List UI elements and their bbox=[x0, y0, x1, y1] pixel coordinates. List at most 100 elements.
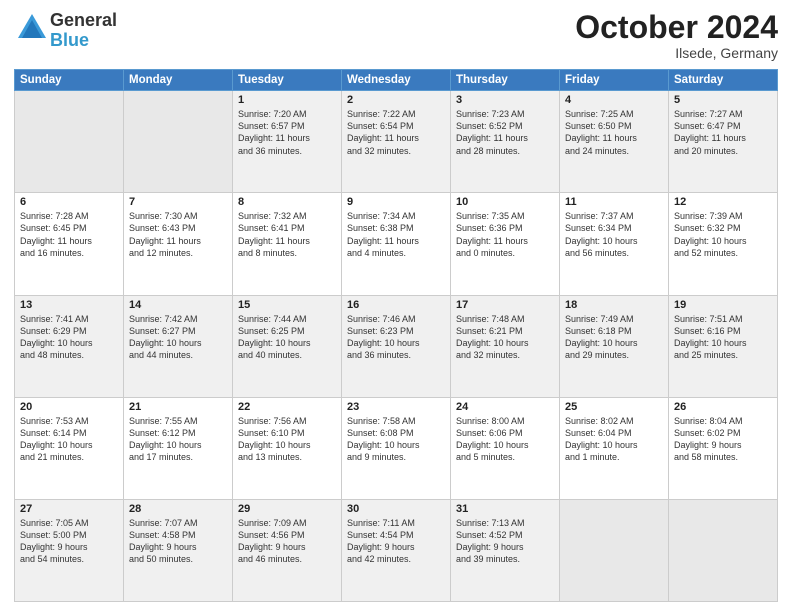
day-number: 13 bbox=[20, 299, 118, 311]
day-number: 3 bbox=[456, 94, 554, 106]
calendar-day-cell: 7 Sunrise: 7:30 AMSunset: 6:43 PMDaylight… bbox=[124, 193, 233, 295]
month-title: October 2024 bbox=[575, 10, 778, 45]
day-info: Sunrise: 7:30 AMSunset: 6:43 PMDaylight:… bbox=[129, 210, 227, 259]
day-number: 24 bbox=[456, 401, 554, 413]
calendar-day-cell: 24Sunrise: 8:00 AMSunset: 6:06 PMDayligh… bbox=[451, 397, 560, 499]
day-number: 27 bbox=[20, 503, 118, 515]
day-info: Sunrise: 8:02 AMSunset: 6:04 PMDaylight:… bbox=[565, 415, 663, 464]
calendar-empty-cell bbox=[560, 499, 669, 601]
calendar-week-row: 6 Sunrise: 7:28 AMSunset: 6:45 PMDaylight… bbox=[15, 193, 778, 295]
day-number: 18 bbox=[565, 299, 663, 311]
day-info: Sunrise: 7:39 AMSunset: 6:32 PMDaylight:… bbox=[674, 210, 772, 259]
calendar-day-cell: 27 Sunrise: 7:05 AMSunset: 5:00 PMDayligh… bbox=[15, 499, 124, 601]
weekday-header-thursday: Thursday bbox=[451, 70, 560, 91]
day-number: 14 bbox=[129, 299, 227, 311]
weekday-header-saturday: Saturday bbox=[669, 70, 778, 91]
day-info: Sunrise: 7:48 AMSunset: 6:21 PMDaylight:… bbox=[456, 313, 554, 362]
calendar-empty-cell bbox=[124, 91, 233, 193]
header: General Blue October 2024 Ilsede, German… bbox=[14, 10, 778, 61]
calendar-day-cell: 29 Sunrise: 7:09 AMSunset: 4:56 PMDayligh… bbox=[233, 499, 342, 601]
day-number: 20 bbox=[20, 401, 118, 413]
calendar-day-cell: 20 Sunrise: 7:53 AMSunset: 6:14 PMDayligh… bbox=[15, 397, 124, 499]
logo-blue: Blue bbox=[50, 30, 89, 50]
day-info: Sunrise: 7:49 AMSunset: 6:18 PMDaylight:… bbox=[565, 313, 663, 362]
calendar-day-cell: 4Sunrise: 7:25 AMSunset: 6:50 PMDaylight… bbox=[560, 91, 669, 193]
calendar-day-cell: 31Sunrise: 7:13 AMSunset: 4:52 PMDayligh… bbox=[451, 499, 560, 601]
day-info: Sunrise: 7:05 AMSunset: 5:00 PMDaylight:… bbox=[20, 517, 118, 566]
logo-text: General Blue bbox=[50, 11, 117, 51]
calendar-day-cell: 21Sunrise: 7:55 AMSunset: 6:12 PMDayligh… bbox=[124, 397, 233, 499]
day-number: 10 bbox=[456, 196, 554, 208]
weekday-header-tuesday: Tuesday bbox=[233, 70, 342, 91]
location: Ilsede, Germany bbox=[575, 45, 778, 61]
calendar-day-cell: 22 Sunrise: 7:56 AMSunset: 6:10 PMDayligh… bbox=[233, 397, 342, 499]
calendar-empty-cell bbox=[669, 499, 778, 601]
day-info: Sunrise: 7:23 AMSunset: 6:52 PMDaylight:… bbox=[456, 108, 554, 157]
calendar-day-cell: 8 Sunrise: 7:32 AMSunset: 6:41 PMDaylight… bbox=[233, 193, 342, 295]
day-info: Sunrise: 7:42 AMSunset: 6:27 PMDaylight:… bbox=[129, 313, 227, 362]
calendar-day-cell: 18 Sunrise: 7:49 AMSunset: 6:18 PMDayligh… bbox=[560, 295, 669, 397]
calendar-week-row: 1Sunrise: 7:20 AMSunset: 6:57 PMDaylight… bbox=[15, 91, 778, 193]
day-info: Sunrise: 7:41 AMSunset: 6:29 PMDaylight:… bbox=[20, 313, 118, 362]
day-number: 21 bbox=[129, 401, 227, 413]
calendar-day-cell: 2Sunrise: 7:22 AMSunset: 6:54 PMDaylight… bbox=[342, 91, 451, 193]
calendar-day-cell: 1Sunrise: 7:20 AMSunset: 6:57 PMDaylight… bbox=[233, 91, 342, 193]
day-info: Sunrise: 7:07 AMSunset: 4:58 PMDaylight:… bbox=[129, 517, 227, 566]
day-number: 30 bbox=[347, 503, 445, 515]
day-info: Sunrise: 7:46 AMSunset: 6:23 PMDaylight:… bbox=[347, 313, 445, 362]
day-number: 28 bbox=[129, 503, 227, 515]
day-number: 26 bbox=[674, 401, 772, 413]
calendar-day-cell: 14 Sunrise: 7:42 AMSunset: 6:27 PMDayligh… bbox=[124, 295, 233, 397]
calendar-day-cell: 3 Sunrise: 7:23 AMSunset: 6:52 PMDaylight… bbox=[451, 91, 560, 193]
calendar-day-cell: 10Sunrise: 7:35 AMSunset: 6:36 PMDayligh… bbox=[451, 193, 560, 295]
day-number: 25 bbox=[565, 401, 663, 413]
calendar-day-cell: 30 Sunrise: 7:11 AMSunset: 4:54 PMDayligh… bbox=[342, 499, 451, 601]
weekday-header-friday: Friday bbox=[560, 70, 669, 91]
day-number: 29 bbox=[238, 503, 336, 515]
day-number: 9 bbox=[347, 196, 445, 208]
day-number: 7 bbox=[129, 196, 227, 208]
day-number: 11 bbox=[565, 196, 663, 208]
day-number: 5 bbox=[674, 94, 772, 106]
weekday-header-monday: Monday bbox=[124, 70, 233, 91]
weekday-header-wednesday: Wednesday bbox=[342, 70, 451, 91]
day-info: Sunrise: 7:58 AMSunset: 6:08 PMDaylight:… bbox=[347, 415, 445, 464]
day-info: Sunrise: 7:32 AMSunset: 6:41 PMDaylight:… bbox=[238, 210, 336, 259]
calendar-day-cell: 16 Sunrise: 7:46 AMSunset: 6:23 PMDayligh… bbox=[342, 295, 451, 397]
calendar-day-cell: 12 Sunrise: 7:39 AMSunset: 6:32 PMDayligh… bbox=[669, 193, 778, 295]
logo-general: General bbox=[50, 10, 117, 30]
day-number: 31 bbox=[456, 503, 554, 515]
title-block: October 2024 Ilsede, Germany bbox=[575, 10, 778, 61]
calendar-day-cell: 23 Sunrise: 7:58 AMSunset: 6:08 PMDayligh… bbox=[342, 397, 451, 499]
day-number: 19 bbox=[674, 299, 772, 311]
calendar-week-row: 13 Sunrise: 7:41 AMSunset: 6:29 PMDayligh… bbox=[15, 295, 778, 397]
day-info: Sunrise: 7:25 AMSunset: 6:50 PMDaylight:… bbox=[565, 108, 663, 157]
day-number: 16 bbox=[347, 299, 445, 311]
day-number: 15 bbox=[238, 299, 336, 311]
day-number: 22 bbox=[238, 401, 336, 413]
day-info: Sunrise: 7:28 AMSunset: 6:45 PMDaylight:… bbox=[20, 210, 118, 259]
day-number: 2 bbox=[347, 94, 445, 106]
day-number: 8 bbox=[238, 196, 336, 208]
calendar-day-cell: 26 Sunrise: 8:04 AMSunset: 6:02 PMDayligh… bbox=[669, 397, 778, 499]
day-number: 6 bbox=[20, 196, 118, 208]
day-info: Sunrise: 7:56 AMSunset: 6:10 PMDaylight:… bbox=[238, 415, 336, 464]
weekday-header-sunday: Sunday bbox=[15, 70, 124, 91]
day-number: 12 bbox=[674, 196, 772, 208]
logo-icon bbox=[14, 10, 50, 46]
calendar-day-cell: 13 Sunrise: 7:41 AMSunset: 6:29 PMDayligh… bbox=[15, 295, 124, 397]
page: General Blue October 2024 Ilsede, German… bbox=[0, 0, 792, 612]
day-info: Sunrise: 7:11 AMSunset: 4:54 PMDaylight:… bbox=[347, 517, 445, 566]
day-info: Sunrise: 7:37 AMSunset: 6:34 PMDaylight:… bbox=[565, 210, 663, 259]
day-info: Sunrise: 7:53 AMSunset: 6:14 PMDaylight:… bbox=[20, 415, 118, 464]
calendar-day-cell: 15Sunrise: 7:44 AMSunset: 6:25 PMDayligh… bbox=[233, 295, 342, 397]
day-info: Sunrise: 7:27 AMSunset: 6:47 PMDaylight:… bbox=[674, 108, 772, 157]
calendar-day-cell: 11 Sunrise: 7:37 AMSunset: 6:34 PMDayligh… bbox=[560, 193, 669, 295]
calendar-day-cell: 25 Sunrise: 8:02 AMSunset: 6:04 PMDayligh… bbox=[560, 397, 669, 499]
calendar-day-cell: 9Sunrise: 7:34 AMSunset: 6:38 PMDaylight… bbox=[342, 193, 451, 295]
calendar-week-row: 20 Sunrise: 7:53 AMSunset: 6:14 PMDayligh… bbox=[15, 397, 778, 499]
day-info: Sunrise: 7:09 AMSunset: 4:56 PMDaylight:… bbox=[238, 517, 336, 566]
day-number: 23 bbox=[347, 401, 445, 413]
day-info: Sunrise: 8:04 AMSunset: 6:02 PMDaylight:… bbox=[674, 415, 772, 464]
calendar-day-cell: 28 Sunrise: 7:07 AMSunset: 4:58 PMDayligh… bbox=[124, 499, 233, 601]
